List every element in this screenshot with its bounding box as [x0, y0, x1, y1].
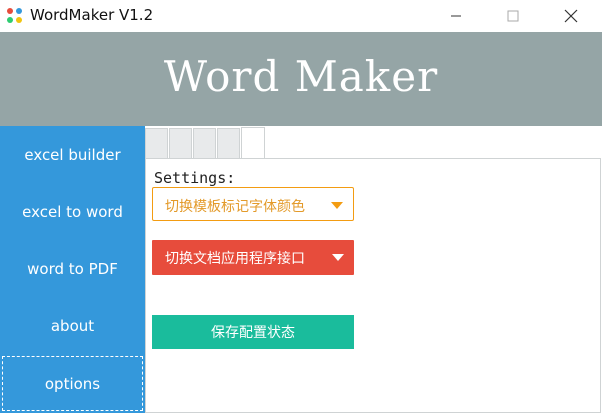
tab-4[interactable]: [217, 128, 240, 159]
tab-1[interactable]: [145, 128, 168, 159]
close-button[interactable]: [548, 0, 594, 32]
template-color-dropdown[interactable]: 切换模板标记字体颜色: [152, 187, 354, 221]
tab-strip: [145, 126, 602, 160]
chevron-down-icon: [331, 202, 343, 209]
chevron-down-icon: [332, 254, 344, 261]
minimize-button[interactable]: [433, 0, 479, 32]
sidebar-item-excel-builder[interactable]: excel builder: [0, 126, 145, 183]
window-title: WordMaker V1.2: [30, 6, 154, 24]
minimize-icon: [451, 15, 461, 17]
tab-options[interactable]: [241, 127, 265, 160]
header-banner: Word Maker: [0, 32, 602, 126]
settings-label: Settings:: [154, 169, 236, 187]
maximize-icon: [507, 10, 519, 22]
banner-title: Word Maker: [163, 52, 439, 101]
sidebar-item-excel-to-word[interactable]: excel to word: [0, 183, 145, 240]
sidebar: excel builder excel to word word to PDF …: [0, 126, 145, 413]
tab-2[interactable]: [169, 128, 192, 159]
app-dots-icon: [7, 8, 22, 23]
sidebar-item-options[interactable]: options: [0, 354, 145, 413]
title-bar: WordMaker V1.2: [0, 0, 602, 32]
save-config-button[interactable]: 保存配置状态: [152, 315, 354, 349]
api-dropdown-value: 切换文档应用程序接口: [165, 251, 305, 267]
tab-3[interactable]: [193, 128, 216, 159]
api-dropdown[interactable]: 切换文档应用程序接口: [152, 240, 354, 275]
template-color-dropdown-value: 切换模板标记字体颜色: [165, 199, 305, 215]
sidebar-item-about[interactable]: about: [0, 297, 145, 354]
sidebar-item-word-to-pdf[interactable]: word to PDF: [0, 240, 145, 297]
maximize-button[interactable]: [490, 0, 536, 32]
close-icon: [564, 9, 578, 23]
